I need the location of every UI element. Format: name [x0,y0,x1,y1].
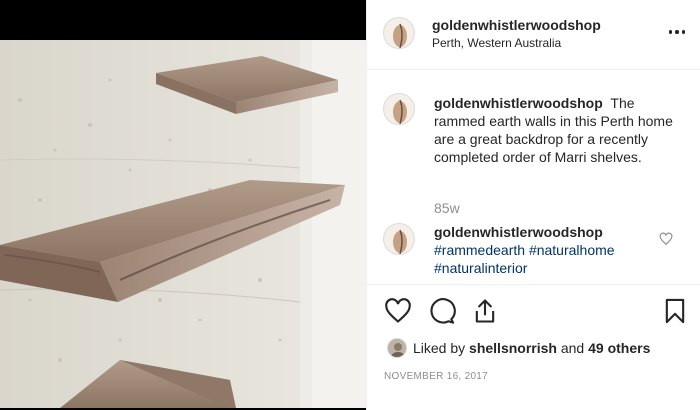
shelves-image [0,40,366,408]
author-username[interactable]: goldenwhistlerwoodshop [432,17,601,33]
caption-text-block: goldenwhistlerwoodshop The rammed earth … [434,94,674,166]
bookmark-icon[interactable] [661,297,689,325]
post-image[interactable] [0,40,366,408]
likes-connector: and [560,340,585,356]
caption-time[interactable]: 85w [434,200,460,216]
liker-avatar[interactable] [387,338,407,358]
share-icon[interactable] [471,297,499,325]
hashtag-link[interactable]: #naturalinterior [434,260,527,276]
post-photo[interactable] [0,0,366,410]
post-header: goldenwhistlerwoodshop Perth, Western Au… [367,0,700,70]
comment-avatar[interactable] [383,223,415,255]
likes-prefix: Liked by [413,340,466,356]
hashtag-link[interactable]: #naturalhome [529,242,615,258]
action-bar [367,284,700,336]
author-avatar[interactable] [383,17,415,49]
caption-username[interactable]: goldenwhistlerwoodshop [434,95,603,111]
likes-summary: Liked by shellsnorrish and 49 others [387,338,650,358]
post-date[interactable]: November 16, 2017 [384,371,488,382]
post-location[interactable]: Perth, Western Australia [432,36,561,50]
more-options-icon[interactable] [667,22,687,42]
heart-icon[interactable] [384,297,412,325]
hashtag-link[interactable]: #rammedearth [434,242,525,258]
small-heart-icon[interactable] [659,232,673,246]
likes-others-link[interactable]: 49 others [588,340,650,356]
caption-avatar[interactable] [383,93,415,125]
comment-bubble-icon[interactable] [428,297,456,325]
comment-username[interactable]: goldenwhistlerwoodshop [434,223,670,241]
liker-username[interactable]: shellsnorrish [469,340,557,356]
post-details-panel: goldenwhistlerwoodshop Perth, Western Au… [366,0,700,410]
comment-text-block: goldenwhistlerwoodshop #rammedearth #nat… [434,223,674,277]
